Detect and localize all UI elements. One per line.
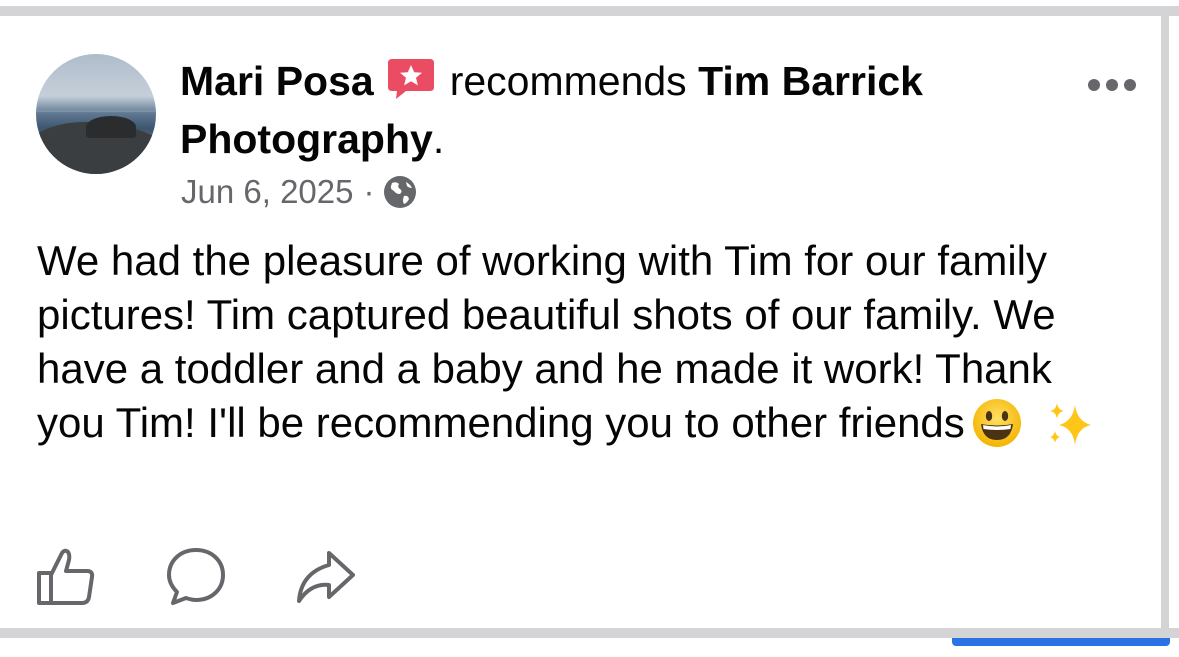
bottom-divider (0, 628, 1179, 638)
post-header: Mari Posa recommends Tim Barrick Photogr… (180, 52, 1060, 168)
like-thumb-icon (37, 548, 95, 605)
share-arrow-icon (297, 551, 355, 603)
post-body: We had the pleasure of working with Tim … (37, 234, 1127, 450)
comment-button[interactable] (164, 545, 228, 609)
avatar[interactable] (36, 54, 156, 174)
post-card: Mari Posa recommends Tim Barrick Photogr… (0, 16, 1161, 628)
like-button[interactable] (34, 545, 98, 609)
post-body-text: We had the pleasure of working with Tim … (37, 237, 1068, 446)
action-text: recommends (449, 58, 687, 104)
post-date[interactable]: Jun 6, 2025 (181, 172, 353, 212)
sparkles-emoji (1045, 397, 1097, 449)
share-button[interactable] (294, 545, 358, 609)
comment-bubble-icon (167, 548, 225, 605)
meta-separator: · (363, 173, 375, 210)
avatar-horizon (36, 110, 156, 112)
post-meta: Jun 6, 2025 · (181, 172, 418, 212)
right-divider (1161, 14, 1169, 640)
accent-indicator (952, 638, 1170, 646)
avatar-figure (86, 116, 136, 138)
post-frame: Mari Posa recommends Tim Barrick Photogr… (0, 0, 1179, 657)
top-divider (0, 0, 1179, 16)
trailing-period: . (432, 116, 445, 162)
more-options-icon (1088, 79, 1136, 91)
grinning-face-emoji (971, 397, 1023, 449)
more-options-button[interactable] (1082, 68, 1142, 102)
globe-icon[interactable] (382, 174, 418, 210)
post-actions (34, 544, 424, 610)
recommendation-star-icon (386, 57, 436, 101)
author-name[interactable]: Mari Posa (180, 58, 374, 104)
